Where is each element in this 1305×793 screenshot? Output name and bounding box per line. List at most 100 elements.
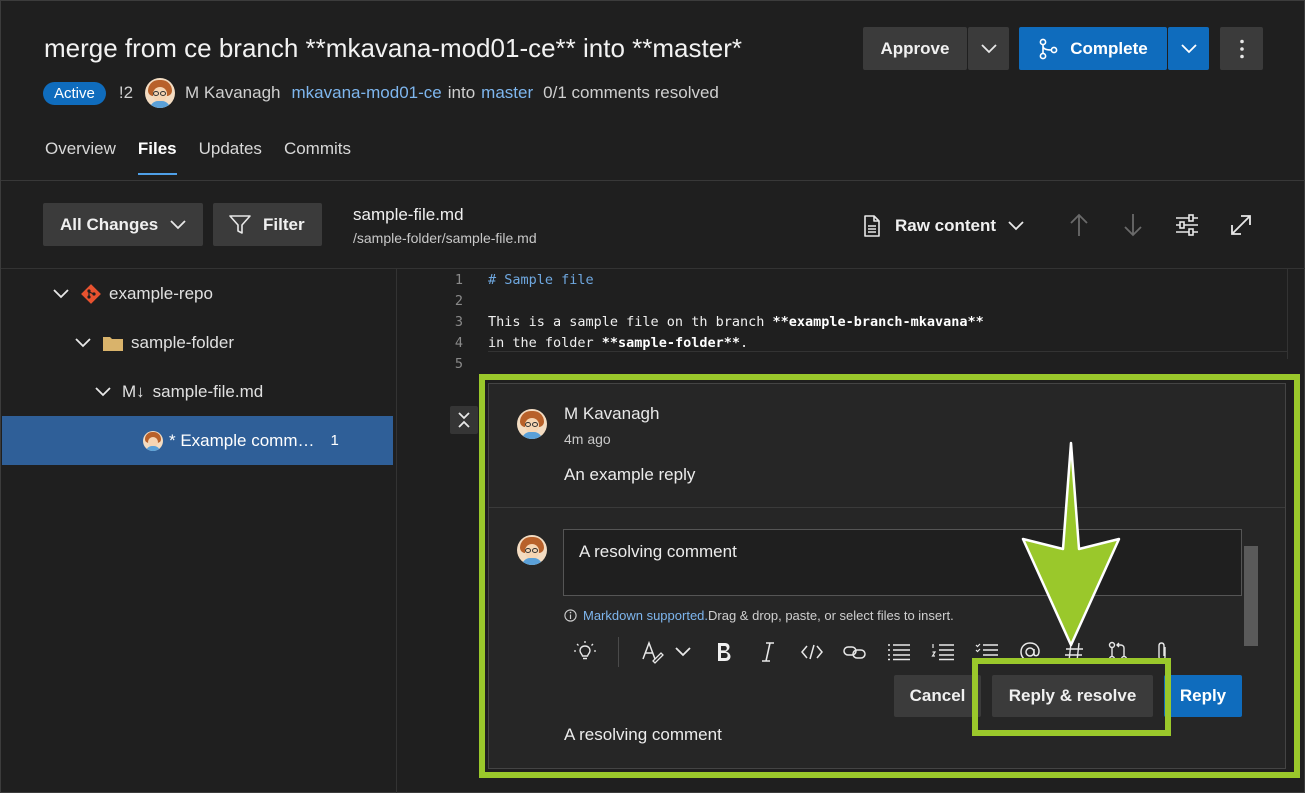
approve-options-button[interactable] <box>968 27 1009 70</box>
app-window: merge from ce branch **mkavana-mod01-ce*… <box>0 0 1305 793</box>
task-list-button[interactable] <box>973 638 1001 666</box>
comment-time: 4m ago <box>564 431 611 447</box>
chevron-down-icon <box>75 337 91 347</box>
settings-sliders-icon <box>1176 214 1198 236</box>
code-icon <box>801 644 823 660</box>
arrow-down-icon <box>1124 214 1142 237</box>
target-branch-link[interactable]: master <box>481 83 533 103</box>
lightbulb-icon <box>574 641 596 660</box>
italic-button[interactable] <box>754 638 782 666</box>
attach-button[interactable] <box>1148 638 1176 666</box>
bullet-list-icon <box>888 644 910 661</box>
code-margin-rule <box>1287 269 1288 359</box>
pull-request-icon <box>1108 641 1128 663</box>
reply-and-resolve-button[interactable]: Reply & resolve <box>992 675 1153 717</box>
italic-icon <box>762 642 774 662</box>
attach-icon <box>1158 642 1166 662</box>
pull-request-link-button[interactable] <box>1104 638 1132 666</box>
text-format-button[interactable] <box>638 638 666 666</box>
chevron-down-icon <box>95 386 111 396</box>
code-line: 5 <box>397 353 1287 374</box>
markdown-file-icon: M↓ <box>122 381 145 401</box>
all-changes-label: All Changes <box>60 214 159 234</box>
markdown-link[interactable]: Markdown supported. <box>583 608 708 623</box>
more-actions-button[interactable] <box>1220 27 1263 70</box>
avatar <box>517 409 547 439</box>
chevron-down-icon <box>675 647 691 657</box>
bullet-list-button[interactable] <box>885 638 913 666</box>
previous-file-button[interactable] <box>1065 211 1093 239</box>
all-changes-dropdown[interactable]: All Changes <box>43 203 203 246</box>
chevron-down-icon <box>1008 221 1024 231</box>
code-button[interactable] <box>798 638 826 666</box>
complete-label: Complete <box>1070 38 1148 58</box>
chevron-down-icon <box>170 219 186 229</box>
work-item-button[interactable] <box>1060 638 1088 666</box>
toolbar-separator <box>618 637 619 667</box>
tab-overview[interactable]: Overview <box>45 139 116 173</box>
suggestion-button[interactable] <box>571 638 599 666</box>
link-button[interactable] <box>841 638 869 666</box>
next-file-button[interactable] <box>1119 211 1147 239</box>
bold-button[interactable] <box>710 638 738 666</box>
reply-button[interactable]: Reply <box>1164 675 1242 717</box>
info-icon <box>564 609 577 622</box>
mention-button[interactable] <box>1016 638 1044 666</box>
avatar[interactable] <box>145 78 176 108</box>
approve-button[interactable]: Approve <box>863 27 967 70</box>
numbered-list-icon <box>931 644 954 661</box>
repo-name: example-repo <box>109 283 213 303</box>
tab-updates[interactable]: Updates <box>199 139 262 173</box>
folder-icon <box>103 335 123 351</box>
reply-input[interactable]: A resolving comment <box>563 529 1242 596</box>
avatar <box>143 430 163 451</box>
link-icon <box>843 646 866 659</box>
filter-icon <box>229 214 251 234</box>
tree-item-comment[interactable]: * Example comm… 1 <box>2 416 393 465</box>
diff-settings-button[interactable] <box>1173 211 1201 239</box>
complete-button[interactable]: Complete <box>1019 27 1167 70</box>
tree-item-repo[interactable]: example-repo <box>53 269 213 318</box>
avatar <box>517 535 547 565</box>
current-file-name: sample-file.md <box>353 205 464 224</box>
line-number: 3 <box>454 313 463 330</box>
into-label: into <box>447 83 476 102</box>
thread-divider <box>489 507 1285 508</box>
text-format-dropdown[interactable] <box>669 638 697 666</box>
view-mode-dropdown[interactable]: Raw content <box>863 211 1024 241</box>
page-title: merge from ce branch **mkavana-mod01-ce*… <box>44 33 742 63</box>
format-text-icon <box>642 640 664 664</box>
markdown-hint-text: Drag & drop, paste, or select files to i… <box>708 608 954 623</box>
numbered-list-button[interactable] <box>929 638 957 666</box>
line-text: in the folder <box>488 334 602 351</box>
expand-icon <box>1231 215 1251 235</box>
line-bold: **sample-folder** <box>601 334 740 351</box>
tree-item-folder[interactable]: sample-folder <box>75 318 234 367</box>
mention-icon <box>1020 642 1040 662</box>
tree-item-file[interactable]: M↓ sample-file.md <box>95 367 263 416</box>
author-name[interactable]: M Kavanagh <box>185 83 280 103</box>
current-file-path: /sample-folder/sample-file.md <box>353 230 537 246</box>
pr-id: !2 <box>118 83 134 102</box>
view-mode-label: Raw content <box>895 216 997 235</box>
bold-icon <box>718 643 731 661</box>
cancel-button[interactable]: Cancel <box>894 675 981 717</box>
tab-files[interactable]: Files <box>137 139 177 175</box>
tab-commits[interactable]: Commits <box>284 139 351 173</box>
complete-options-button[interactable] <box>1168 27 1209 70</box>
header-divider <box>1 180 1305 181</box>
markdown-hint: Markdown supported. Drag & drop, paste, … <box>564 608 954 623</box>
fullscreen-button[interactable] <box>1227 211 1255 239</box>
code-line: 4 in the folder **sample-folder**. <box>397 332 1287 353</box>
collapse-thread-button[interactable] <box>450 406 478 434</box>
line-bold: **example-branch-mkavana** <box>772 313 984 330</box>
filter-button[interactable]: Filter <box>213 203 322 246</box>
line-number: 1 <box>454 271 463 288</box>
document-icon <box>864 215 880 237</box>
line-tail: . <box>739 334 749 351</box>
hashtag-icon <box>1065 642 1083 662</box>
source-branch-link[interactable]: mkavana-mod01-ce <box>292 83 442 103</box>
git-repo-icon <box>81 283 101 304</box>
reply-scrollbar[interactable] <box>1244 546 1258 646</box>
line-text: # Sample file <box>488 271 594 288</box>
